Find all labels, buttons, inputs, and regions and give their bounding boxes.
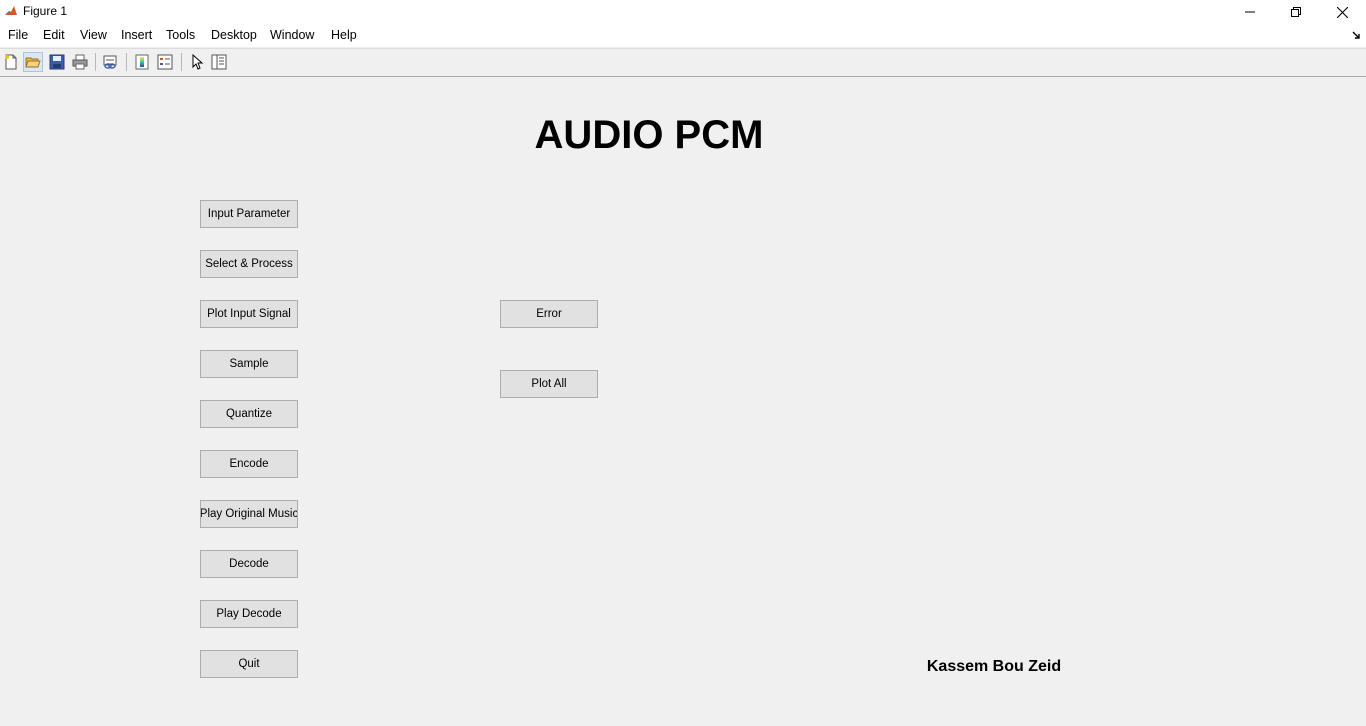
minimize-button[interactable] (1227, 0, 1273, 24)
play-original-music-button[interactable]: Play Original Music (200, 500, 298, 528)
figure-toolbar (0, 48, 1366, 77)
plot-input-signal-button[interactable]: Plot Input Signal (200, 300, 298, 328)
new-figure-button[interactable] (1, 52, 21, 72)
insert-colorbar-icon (135, 54, 149, 70)
play-decode-button[interactable]: Play Decode (200, 600, 298, 628)
property-inspector-icon (211, 54, 227, 70)
save-button[interactable] (47, 52, 67, 72)
toolbar-separator (95, 53, 96, 71)
dock-arrow-icon[interactable] (1352, 31, 1362, 41)
print-button[interactable] (70, 52, 90, 72)
sample-button[interactable]: Sample (200, 350, 298, 378)
input-parameter-button[interactable]: Input Parameter (200, 200, 298, 228)
insert-legend-icon (157, 54, 173, 70)
close-icon (1336, 6, 1348, 18)
menu-desktop[interactable]: Desktop (211, 28, 257, 42)
insert-colorbar-button[interactable] (132, 52, 152, 72)
title-bar: Figure 1 (0, 0, 1366, 24)
menu-file[interactable]: File (8, 28, 28, 42)
insert-legend-button[interactable] (155, 52, 175, 72)
open-file-icon (25, 57, 41, 68)
error-button[interactable]: Error (500, 300, 598, 328)
select-process-button[interactable]: Select & Process (200, 250, 298, 278)
property-inspector-button[interactable] (209, 52, 229, 72)
menu-window[interactable]: Window (270, 28, 314, 42)
menu-bar: File Edit View Insert Tools Desktop Wind… (0, 24, 1366, 47)
link-plot-button[interactable] (100, 52, 120, 72)
author-label: Kassem Bou Zeid (926, 658, 1062, 675)
quantize-button[interactable]: Quantize (200, 400, 298, 428)
plot-all-button[interactable]: Plot All (500, 370, 598, 398)
edit-plot-icon (192, 54, 204, 70)
decode-button[interactable]: Decode (200, 550, 298, 578)
menu-help[interactable]: Help (331, 28, 357, 42)
menu-insert[interactable]: Insert (121, 28, 152, 42)
menu-edit[interactable]: Edit (43, 28, 65, 42)
page-title: AUDIO PCM (534, 113, 764, 157)
link-plot-icon (103, 55, 117, 69)
close-button[interactable] (1319, 0, 1365, 24)
toolbar-separator (181, 53, 182, 71)
open-file-button[interactable] (23, 52, 43, 72)
save-icon (49, 54, 65, 70)
toolbar-separator (126, 53, 127, 71)
restore-icon (1291, 7, 1301, 17)
menu-view[interactable]: View (80, 28, 107, 42)
edit-plot-button[interactable] (187, 52, 207, 72)
restore-button[interactable] (1273, 0, 1319, 24)
window-title: Figure 1 (23, 4, 68, 18)
menu-tools[interactable]: Tools (166, 28, 195, 42)
encode-button[interactable]: Encode (200, 450, 298, 478)
new-figure-icon (5, 54, 17, 70)
matlab-logo-icon (4, 4, 18, 18)
print-icon (72, 54, 88, 70)
quit-button[interactable]: Quit (200, 650, 298, 678)
minimize-icon (1245, 11, 1255, 13)
